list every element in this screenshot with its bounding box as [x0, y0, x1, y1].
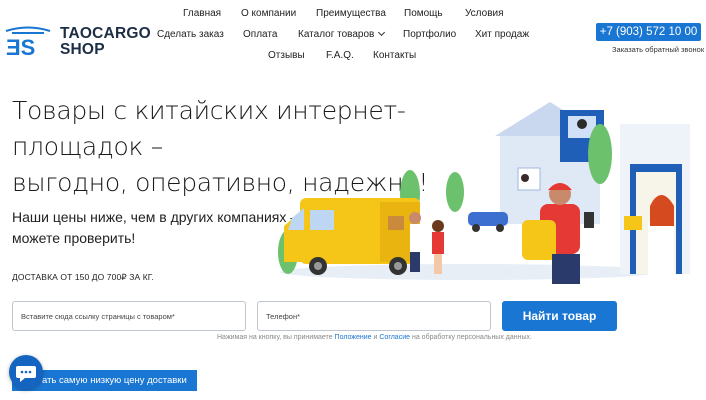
product-link-input[interactable] — [12, 301, 246, 331]
nav-contacts[interactable]: Контакты — [373, 50, 416, 61]
consent-prefix: Нажимая на кнопку, вы принимаете — [217, 334, 333, 341]
regulation-link[interactable]: Положение — [335, 334, 372, 341]
consent-text: Нажимая на кнопку, вы принимаете Положен… — [217, 334, 532, 341]
nav-payment[interactable]: Оплата — [243, 29, 277, 40]
hero-illustration — [278, 102, 690, 284]
nav-faq[interactable]: F.A.Q. — [326, 50, 354, 61]
nav-bestsellers[interactable]: Хит продаж — [475, 29, 529, 40]
nav-about[interactable]: О компании — [241, 8, 296, 19]
callback-link[interactable]: Заказать обратный звонок — [612, 45, 704, 54]
consent-suffix: на обработку персональных данных. — [411, 334, 532, 341]
phone-button[interactable]: +7 (903) 572 10 00 — [596, 23, 701, 41]
nav-portfolio[interactable]: Портфолио — [403, 29, 456, 40]
nav-home[interactable]: Главная — [183, 8, 221, 19]
hero-subtitle: Наши цены ниже, чем в других компаниях —… — [12, 207, 312, 249]
agreement-link[interactable]: Согласие — [379, 334, 410, 341]
consent-and: и — [373, 334, 378, 341]
find-product-button[interactable]: Найти товар — [502, 301, 617, 331]
phone-input[interactable] — [257, 301, 491, 331]
nav-reviews[interactable]: Отзывы — [268, 50, 305, 61]
main-nav: Главная О компании Преимущества Помощь У… — [0, 0, 600, 70]
chat-bubble-icon — [16, 366, 36, 382]
chat-button[interactable] — [9, 355, 43, 389]
nav-help[interactable]: Помощь — [404, 8, 443, 19]
nav-advantages[interactable]: Преимущества — [316, 8, 386, 19]
hero-subtitle-line2: можете проверить! — [12, 230, 136, 246]
chevron-down-icon — [378, 28, 386, 37]
nav-make-order[interactable]: Сделать заказ — [157, 29, 224, 40]
nav-terms[interactable]: Условия — [465, 8, 504, 19]
nav-catalog[interactable]: Каталог товаров — [298, 28, 386, 40]
delivery-price: ДОСТАВКА ОТ 150 ДО 700₽ ЗА КГ. — [12, 272, 154, 282]
nav-catalog-label: Каталог товаров — [298, 29, 375, 40]
hero-subtitle-line1: Наши цены ниже, чем в других компаниях — — [12, 209, 305, 225]
